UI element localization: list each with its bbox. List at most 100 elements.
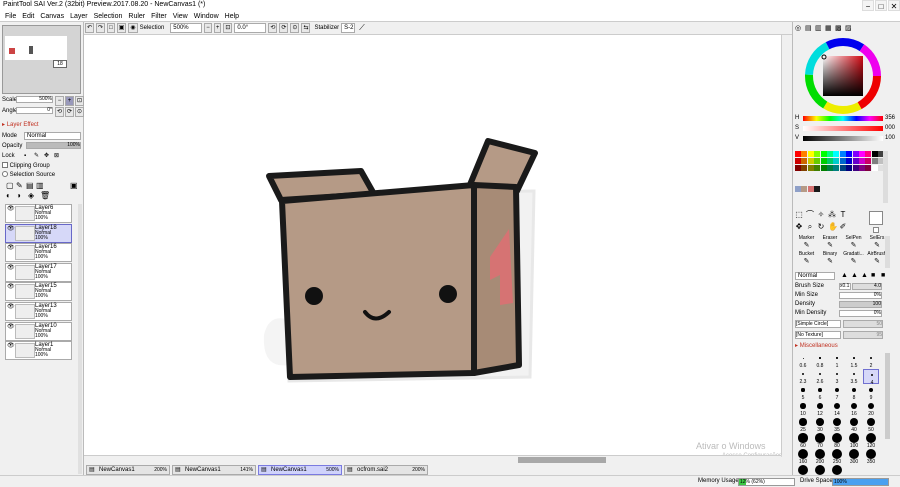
color-swatch[interactable] (807, 151, 814, 157)
color-swatch[interactable] (827, 165, 833, 171)
brush-size-multiplier[interactable]: x0.1 (839, 283, 851, 290)
color-swatch[interactable] (820, 165, 827, 171)
custom-swatch[interactable] (801, 186, 808, 192)
color-swatch[interactable] (846, 158, 853, 164)
secondary-color-box[interactable] (873, 227, 879, 233)
color-swatch[interactable] (865, 158, 872, 164)
selection-source-row[interactable]: Selection Source (2, 171, 82, 179)
color-swatch[interactable] (807, 158, 814, 164)
brush-size-preset[interactable]: 50 (863, 417, 879, 433)
edge-hardness-5-icon[interactable]: ■ (881, 272, 885, 279)
transfer-down-icon[interactable]: ◐ (6, 192, 11, 200)
brush-size-preset[interactable]: 7 (829, 385, 845, 401)
color-swatch[interactable] (833, 151, 840, 157)
brush-texture-strength[interactable]: 95 (843, 331, 883, 339)
color-swatch[interactable] (814, 158, 821, 164)
color-swatch[interactable] (871, 158, 878, 164)
brush-size-preset[interactable]: 1 (829, 353, 845, 369)
layer-item[interactable]: 👁 Layer10 Normal 100% (5, 321, 72, 341)
color-swatch[interactable] (795, 158, 801, 164)
visibility-eye-icon[interactable]: 👁 (7, 343, 15, 350)
angle-left-icon[interactable]: ⟲ (55, 107, 64, 117)
edge-hardness-3-icon[interactable]: ▲ (861, 272, 868, 279)
scale-reset-icon[interactable]: ⊡ (75, 96, 84, 106)
min-size-slider[interactable]: 0% (839, 292, 882, 299)
brush-size-preset[interactable]: 20 (863, 401, 879, 417)
color-swatch[interactable] (871, 165, 878, 171)
undo-icon[interactable]: ↶ (85, 23, 95, 33)
color-swatch[interactable] (859, 151, 865, 157)
minimize-button[interactable]: − (862, 0, 874, 11)
rgb-slider-mode-icon[interactable]: ▤ (805, 24, 812, 32)
color-swatch[interactable] (852, 158, 859, 164)
navigator[interactable]: 18 (2, 25, 81, 94)
menu-view[interactable]: View (173, 11, 188, 22)
menu-window[interactable]: Window (194, 11, 219, 22)
zoom-in-icon[interactable]: + (213, 23, 222, 33)
canvas-horizontal-scrollbar[interactable] (84, 455, 781, 464)
dropper-icon[interactable]: ⁂ (828, 211, 836, 219)
hue-slider[interactable] (803, 116, 883, 121)
color-swatch[interactable] (814, 165, 821, 171)
layer-opacity-slider[interactable]: 100% (26, 142, 81, 149)
layer-item[interactable]: 👁 Layer6 Normal 100% (5, 204, 72, 223)
brush-size-preset[interactable]: 350 (863, 449, 879, 465)
menu-edit[interactable]: Edit (22, 11, 34, 22)
zoom-field[interactable]: 500% (170, 23, 203, 33)
visibility-eye-icon[interactable]: 👁 (7, 304, 15, 311)
document-tab[interactable]: ▤ NewCanvas1 141% (172, 465, 256, 475)
eyedropper-icon[interactable]: ✐ (839, 223, 847, 231)
color-swatch[interactable] (846, 165, 853, 171)
canvas-vertical-scrollbar[interactable] (781, 35, 792, 455)
brush-size-preset[interactable]: 100 (846, 433, 862, 449)
brush-size-preset[interactable]: 160 (795, 449, 811, 465)
color-swatch[interactable] (820, 158, 827, 164)
color-swatch[interactable] (859, 165, 865, 171)
layer-item[interactable]: 👁 Layer18 Normal 100% (5, 223, 72, 243)
color-wheel[interactable] (803, 36, 883, 116)
brush-tool-slot[interactable]: Eraser ✎ (819, 236, 842, 251)
selection-source-radio[interactable] (2, 171, 8, 178)
brush-blend-select[interactable]: Normal (795, 272, 835, 280)
rotate-right-icon[interactable]: ⟳ (279, 23, 289, 33)
brush-size-preset[interactable]: 0.8 (812, 353, 828, 369)
brush-size-preset[interactable]: 1.5 (846, 353, 862, 369)
color-swatch[interactable] (801, 151, 808, 157)
color-wheel-mode-icon[interactable]: ◎ (795, 24, 801, 32)
new-linework-icon[interactable]: ✎ (16, 182, 23, 190)
brush-size-preset[interactable]: 120 (863, 433, 879, 449)
angle-slider[interactable]: 0° (16, 107, 53, 114)
brush-size-preset[interactable]: 25 (795, 417, 811, 433)
brush-size-preset[interactable]: 70 (812, 433, 828, 449)
color-swatch[interactable] (795, 165, 801, 171)
tool-grid-scrollbar[interactable] (885, 236, 890, 268)
brush-size-preset[interactable]: 8 (846, 385, 862, 401)
color-swatch[interactable] (871, 151, 878, 157)
angle-right-icon[interactable]: ⟳ (65, 107, 74, 117)
color-swatch[interactable] (846, 151, 853, 157)
val-slider[interactable] (803, 136, 883, 141)
visibility-eye-icon[interactable]: 👁 (7, 245, 15, 252)
rotate-left-icon[interactable]: ⟲ (268, 23, 278, 33)
primary-color-box[interactable] (869, 211, 883, 225)
color-swatch[interactable] (801, 165, 808, 171)
color-swatch[interactable] (833, 158, 840, 164)
brush-tool-slot[interactable]: SelPen ✎ (842, 236, 865, 251)
brush-size-preset[interactable]: 2.6 (812, 369, 828, 385)
brush-texture-select[interactable]: [No Texture] (795, 331, 841, 339)
brush-size-preset[interactable]: 3.5 (846, 369, 862, 385)
document-tab[interactable]: ▤ NewCanvas1 500% (258, 465, 342, 475)
color-swatch[interactable] (814, 151, 821, 157)
layer-item[interactable]: 👁 Layer13 Normal 100% (5, 302, 72, 321)
menu-filter[interactable]: Filter (151, 11, 167, 22)
lock-all-icon[interactable]: ⊠ (54, 152, 59, 160)
document-tab[interactable]: ▤ ocfrom.sai2 200% (344, 465, 428, 475)
scratchpad-mode-icon[interactable]: ▩ (835, 24, 842, 32)
line-tool-icon[interactable]: ⟋ (359, 23, 365, 33)
edge-hardness-4-icon[interactable]: ■ (871, 272, 875, 279)
maximize-button[interactable]: □ (875, 0, 887, 11)
min-density-slider[interactable]: 0% (839, 310, 882, 317)
horizontal-scroll-thumb[interactable] (518, 457, 606, 463)
brush-tool-slot[interactable]: Binary ✎ (819, 252, 842, 267)
color-swatch[interactable] (807, 165, 814, 171)
